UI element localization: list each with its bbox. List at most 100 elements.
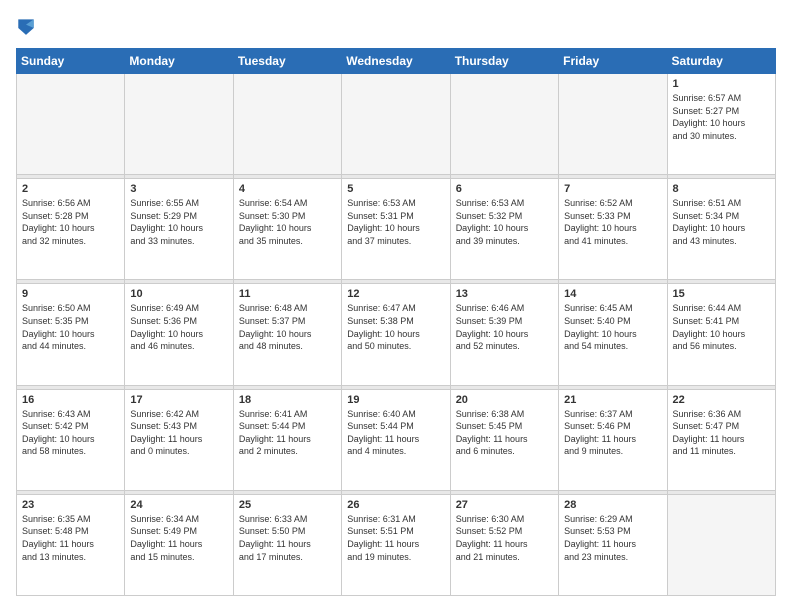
day-number: 28	[564, 499, 661, 511]
day-cell: 17 Sunrise: 6:42 AM Sunset: 5:43 PM Dayli…	[125, 389, 233, 490]
day-info: Sunrise: 6:52 AM Sunset: 5:33 PM Dayligh…	[564, 197, 661, 247]
day-cell	[667, 494, 775, 595]
day-cell: 25 Sunrise: 6:33 AM Sunset: 5:50 PM Dayli…	[233, 494, 341, 595]
day-cell	[125, 74, 233, 175]
day-cell: 6 Sunrise: 6:53 AM Sunset: 5:32 PM Daylig…	[450, 179, 558, 280]
day-number: 12	[347, 288, 444, 300]
day-number: 25	[239, 499, 336, 511]
day-info: Sunrise: 6:42 AM Sunset: 5:43 PM Dayligh…	[130, 408, 227, 458]
day-cell: 21 Sunrise: 6:37 AM Sunset: 5:46 PM Dayli…	[559, 389, 667, 490]
day-cell: 5Sunrise: 6:53 AM Sunset: 5:31 PM Daylig…	[342, 179, 450, 280]
day-info: Sunrise: 6:41 AM Sunset: 5:44 PM Dayligh…	[239, 408, 336, 458]
day-cell: 8 Sunrise: 6:51 AM Sunset: 5:34 PM Daylig…	[667, 179, 775, 280]
day-info: Sunrise: 6:54 AM Sunset: 5:30 PM Dayligh…	[239, 197, 336, 247]
day-number: 1	[673, 78, 770, 90]
week-row-1: 1 Sunrise: 6:57 AM Sunset: 5:27 PM Daylig…	[17, 74, 776, 175]
day-cell: 16 Sunrise: 6:43 AM Sunset: 5:42 PM Dayli…	[17, 389, 125, 490]
day-number: 10	[130, 288, 227, 300]
day-cell: 4 Sunrise: 6:54 AM Sunset: 5:30 PM Daylig…	[233, 179, 341, 280]
day-info: Sunrise: 6:40 AM Sunset: 5:44 PM Dayligh…	[347, 408, 444, 458]
page: SundayMondayTuesdayWednesdayThursdayFrid…	[0, 0, 792, 612]
day-info: Sunrise: 6:50 AM Sunset: 5:35 PM Dayligh…	[22, 302, 119, 352]
day-cell: 20 Sunrise: 6:38 AM Sunset: 5:45 PM Dayli…	[450, 389, 558, 490]
day-info: Sunrise: 6:57 AM Sunset: 5:27 PM Dayligh…	[673, 92, 770, 142]
day-cell: 7 Sunrise: 6:52 AM Sunset: 5:33 PM Daylig…	[559, 179, 667, 280]
weekday-header-thursday: Thursday	[450, 49, 558, 74]
day-cell: 9 Sunrise: 6:50 AM Sunset: 5:35 PM Daylig…	[17, 284, 125, 385]
day-number: 19	[347, 394, 444, 406]
day-number: 9	[22, 288, 119, 300]
day-info: Sunrise: 6:53 AM Sunset: 5:32 PM Dayligh…	[456, 197, 553, 247]
day-info: Sunrise: 6:33 AM Sunset: 5:50 PM Dayligh…	[239, 513, 336, 563]
week-row-5: 23 Sunrise: 6:35 AM Sunset: 5:48 PM Dayli…	[17, 494, 776, 595]
day-info: Sunrise: 6:49 AM Sunset: 5:36 PM Dayligh…	[130, 302, 227, 352]
weekday-header-monday: Monday	[125, 49, 233, 74]
weekday-header-tuesday: Tuesday	[233, 49, 341, 74]
day-info: Sunrise: 6:34 AM Sunset: 5:49 PM Dayligh…	[130, 513, 227, 563]
day-info: Sunrise: 6:44 AM Sunset: 5:41 PM Dayligh…	[673, 302, 770, 352]
day-info: Sunrise: 6:30 AM Sunset: 5:52 PM Dayligh…	[456, 513, 553, 563]
day-number: 18	[239, 394, 336, 406]
day-info: Sunrise: 6:55 AM Sunset: 5:29 PM Dayligh…	[130, 197, 227, 247]
day-cell: 15 Sunrise: 6:44 AM Sunset: 5:41 PM Dayli…	[667, 284, 775, 385]
day-info: Sunrise: 6:47 AM Sunset: 5:38 PM Dayligh…	[347, 302, 444, 352]
day-number: 3	[130, 183, 227, 195]
day-info: Sunrise: 6:38 AM Sunset: 5:45 PM Dayligh…	[456, 408, 553, 458]
day-number: 16	[22, 394, 119, 406]
day-info: Sunrise: 6:51 AM Sunset: 5:34 PM Dayligh…	[673, 197, 770, 247]
week-row-4: 16 Sunrise: 6:43 AM Sunset: 5:42 PM Dayli…	[17, 389, 776, 490]
day-info: Sunrise: 6:56 AM Sunset: 5:28 PM Dayligh…	[22, 197, 119, 247]
day-number: 13	[456, 288, 553, 300]
day-cell: 10 Sunrise: 6:49 AM Sunset: 5:36 PM Dayli…	[125, 284, 233, 385]
weekday-header-saturday: Saturday	[667, 49, 775, 74]
day-cell: 18 Sunrise: 6:41 AM Sunset: 5:44 PM Dayli…	[233, 389, 341, 490]
day-info: Sunrise: 6:37 AM Sunset: 5:46 PM Dayligh…	[564, 408, 661, 458]
day-cell: 12 Sunrise: 6:47 AM Sunset: 5:38 PM Dayli…	[342, 284, 450, 385]
day-cell: 14Sunrise: 6:45 AM Sunset: 5:40 PM Dayli…	[559, 284, 667, 385]
day-cell: 22 Sunrise: 6:36 AM Sunset: 5:47 PM Dayli…	[667, 389, 775, 490]
day-cell	[450, 74, 558, 175]
day-cell: 28 Sunrise: 6:29 AM Sunset: 5:53 PM Dayli…	[559, 494, 667, 595]
day-cell: 11 Sunrise: 6:48 AM Sunset: 5:37 PM Dayli…	[233, 284, 341, 385]
day-info: Sunrise: 6:36 AM Sunset: 5:47 PM Dayligh…	[673, 408, 770, 458]
day-info: Sunrise: 6:45 AM Sunset: 5:40 PM Dayligh…	[564, 302, 661, 352]
weekday-header-row: SundayMondayTuesdayWednesdayThursdayFrid…	[17, 49, 776, 74]
day-number: 11	[239, 288, 336, 300]
weekday-header-friday: Friday	[559, 49, 667, 74]
day-number: 6	[456, 183, 553, 195]
day-number: 8	[673, 183, 770, 195]
logo-icon	[16, 16, 36, 40]
day-info: Sunrise: 6:48 AM Sunset: 5:37 PM Dayligh…	[239, 302, 336, 352]
day-cell: 19 Sunrise: 6:40 AM Sunset: 5:44 PM Dayli…	[342, 389, 450, 490]
day-cell: 13Sunrise: 6:46 AM Sunset: 5:39 PM Dayli…	[450, 284, 558, 385]
day-number: 22	[673, 394, 770, 406]
week-row-2: 2Sunrise: 6:56 AM Sunset: 5:28 PM Daylig…	[17, 179, 776, 280]
day-number: 4	[239, 183, 336, 195]
day-cell	[559, 74, 667, 175]
day-number: 23	[22, 499, 119, 511]
weekday-header-sunday: Sunday	[17, 49, 125, 74]
day-info: Sunrise: 6:53 AM Sunset: 5:31 PM Dayligh…	[347, 197, 444, 247]
day-cell: 23 Sunrise: 6:35 AM Sunset: 5:48 PM Dayli…	[17, 494, 125, 595]
day-number: 27	[456, 499, 553, 511]
day-cell: 27 Sunrise: 6:30 AM Sunset: 5:52 PM Dayli…	[450, 494, 558, 595]
day-number: 15	[673, 288, 770, 300]
calendar: SundayMondayTuesdayWednesdayThursdayFrid…	[16, 48, 776, 596]
day-cell	[233, 74, 341, 175]
day-number: 17	[130, 394, 227, 406]
day-cell: 26 Sunrise: 6:31 AM Sunset: 5:51 PM Dayli…	[342, 494, 450, 595]
day-number: 26	[347, 499, 444, 511]
day-number: 24	[130, 499, 227, 511]
header	[16, 16, 776, 40]
day-info: Sunrise: 6:29 AM Sunset: 5:53 PM Dayligh…	[564, 513, 661, 563]
day-info: Sunrise: 6:31 AM Sunset: 5:51 PM Dayligh…	[347, 513, 444, 563]
week-row-3: 9 Sunrise: 6:50 AM Sunset: 5:35 PM Daylig…	[17, 284, 776, 385]
day-number: 7	[564, 183, 661, 195]
day-info: Sunrise: 6:43 AM Sunset: 5:42 PM Dayligh…	[22, 408, 119, 458]
day-number: 21	[564, 394, 661, 406]
weekday-header-wednesday: Wednesday	[342, 49, 450, 74]
day-info: Sunrise: 6:35 AM Sunset: 5:48 PM Dayligh…	[22, 513, 119, 563]
day-number: 20	[456, 394, 553, 406]
logo	[16, 16, 40, 40]
day-cell: 1 Sunrise: 6:57 AM Sunset: 5:27 PM Daylig…	[667, 74, 775, 175]
